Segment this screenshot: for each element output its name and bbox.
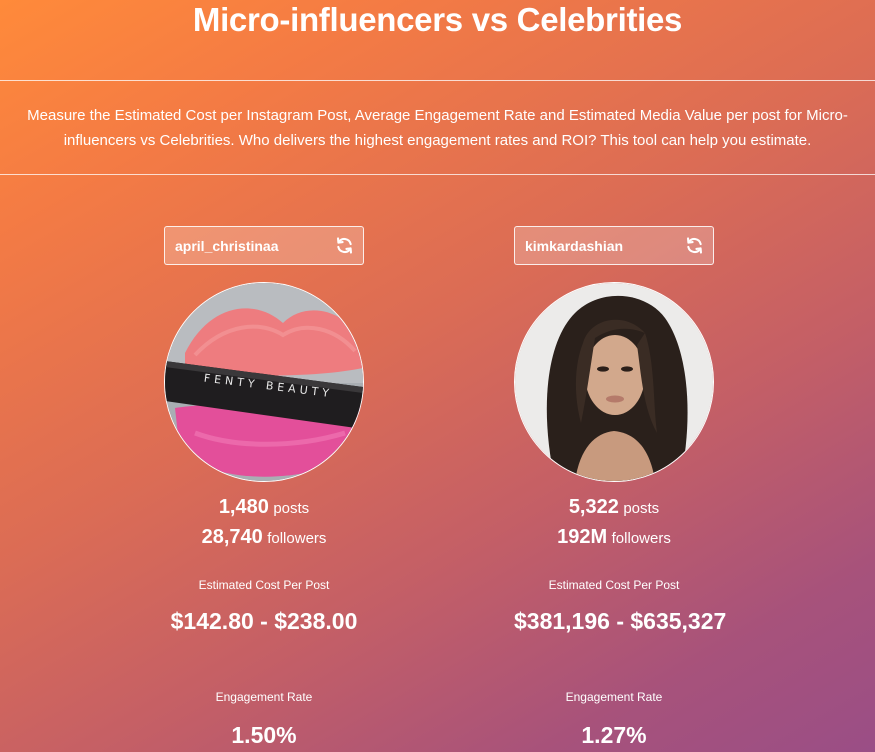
refresh-icon[interactable] bbox=[334, 236, 354, 256]
followers-stat: 192M followers bbox=[514, 523, 714, 553]
influencer-card-celebrity: kimkardashian 5,322 posts 192M followers… bbox=[514, 226, 727, 749]
handle-input-celebrity[interactable]: kimkardashian bbox=[514, 226, 714, 265]
handle-text: april_christinaa bbox=[175, 237, 279, 254]
stats-block: 5,322 posts 192M followers bbox=[514, 493, 714, 553]
posts-stat: 5,322 posts bbox=[514, 493, 714, 523]
handle-input-micro[interactable]: april_christinaa bbox=[164, 226, 364, 265]
divider-bottom bbox=[0, 174, 875, 175]
refresh-icon[interactable] bbox=[684, 236, 704, 256]
engagement-value: 1.50% bbox=[231, 722, 297, 748]
engagement-value: 1.27% bbox=[581, 722, 647, 748]
posts-stat: 1,480 posts bbox=[164, 493, 364, 523]
followers-label: followers bbox=[611, 530, 671, 547]
cost-value: $381,196 - $635,327 bbox=[514, 608, 727, 634]
cost-label: Estimated Cost Per Post bbox=[198, 578, 330, 592]
followers-count: 192M bbox=[557, 526, 608, 548]
engagement-label: Engagement Rate bbox=[215, 690, 313, 704]
engagement-label: Engagement Rate bbox=[565, 690, 663, 704]
handle-text: kimkardashian bbox=[525, 237, 624, 254]
cost-label: Estimated Cost Per Post bbox=[548, 578, 680, 592]
posts-label: posts bbox=[623, 500, 660, 517]
stats-block: 1,480 posts 28,740 followers bbox=[164, 493, 364, 553]
posts-count: 5,322 bbox=[568, 496, 619, 518]
page-description: Measure the Estimated Cost per Instagram… bbox=[27, 107, 848, 149]
followers-label: followers bbox=[267, 530, 327, 547]
followers-stat: 28,740 followers bbox=[164, 523, 364, 553]
influencer-card-micro: april_christinaa FENTY BEAUTY 1,480 post… bbox=[164, 226, 364, 749]
cost-value: $142.80 - $238.00 bbox=[170, 608, 358, 634]
avatar bbox=[514, 282, 714, 482]
page-title: Micro-influencers vs Celebrities bbox=[192, 1, 683, 38]
posts-label: posts bbox=[273, 500, 310, 517]
posts-count: 1,480 bbox=[218, 496, 269, 518]
followers-count: 28,740 bbox=[201, 526, 263, 548]
divider-top bbox=[0, 80, 875, 81]
avatar: FENTY BEAUTY bbox=[164, 282, 364, 482]
